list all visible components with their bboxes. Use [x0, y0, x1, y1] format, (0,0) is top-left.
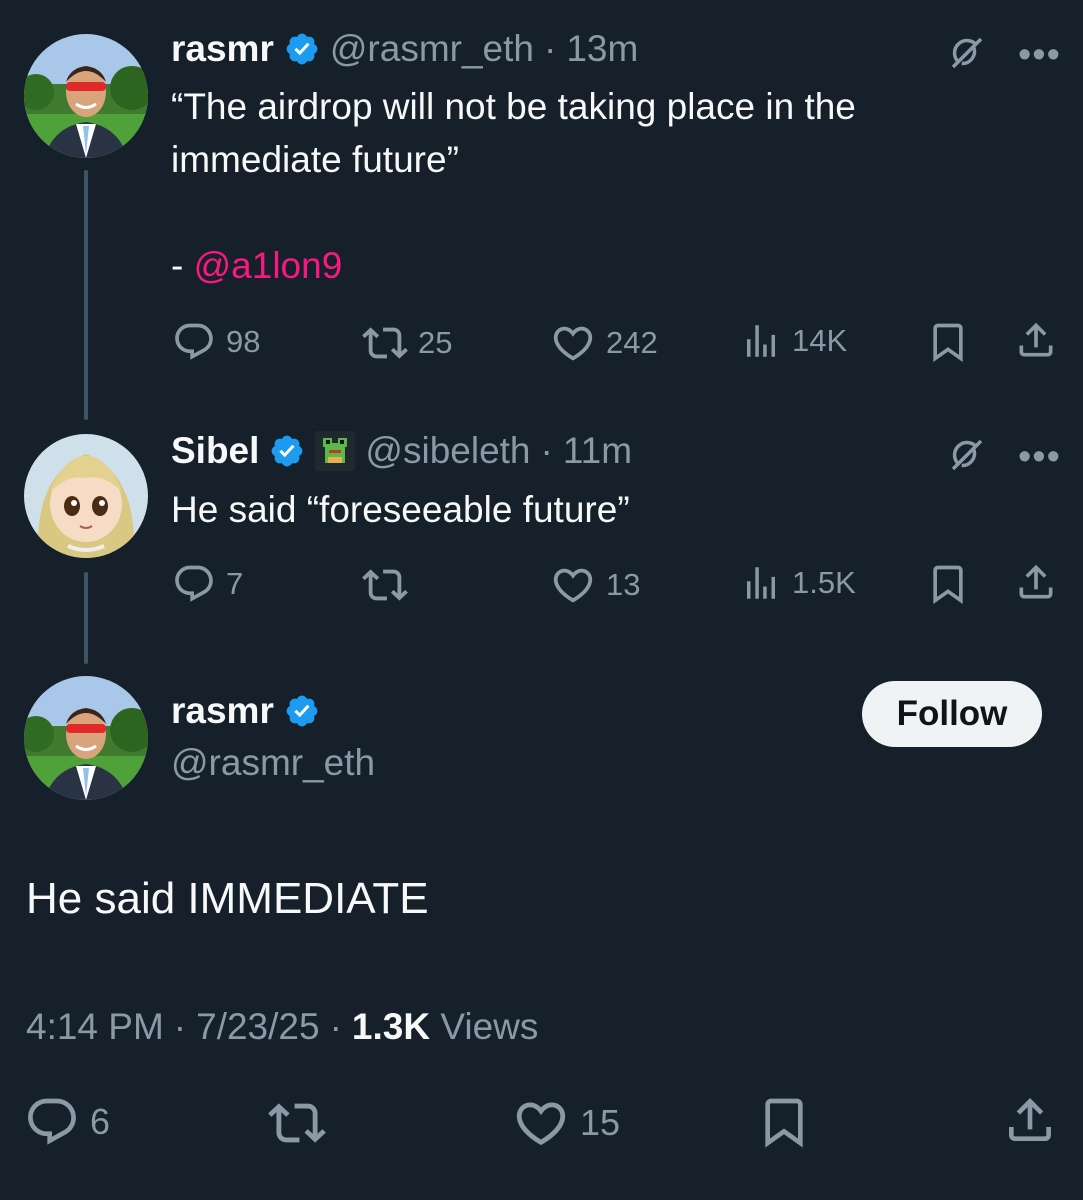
like-icon: [550, 562, 596, 608]
retweet-icon: [362, 320, 408, 366]
tweet-text: He said “foreseeable future”: [171, 489, 630, 530]
thread-connector: [84, 572, 88, 664]
separator: ·: [540, 430, 553, 471]
views-total: 1.3K: [351, 1006, 431, 1047]
handle[interactable]: @rasmr_eth: [171, 742, 375, 784]
avatar-image: [24, 434, 148, 558]
display-name[interactable]: rasmr: [171, 690, 274, 732]
share-icon: [1014, 560, 1058, 604]
like-button[interactable]: 15: [512, 1094, 620, 1152]
tweet-header: Sibel @sibeleth · 11m: [171, 430, 632, 472]
like-icon: [550, 320, 596, 366]
tweet-text: “The airdrop will not be taking place in…: [171, 86, 856, 286]
avatar-rasmr[interactable]: [24, 676, 148, 800]
retweet-icon: [362, 562, 408, 608]
bookmark-button[interactable]: [926, 320, 970, 364]
bookmark-icon: [926, 320, 970, 364]
like-count: 15: [580, 1102, 621, 1143]
timestamp[interactable]: 13m: [566, 28, 638, 70]
bookmark-icon: [926, 562, 970, 606]
retweet-count: 25: [418, 325, 453, 360]
more-icon[interactable]: •••: [1018, 436, 1061, 479]
views-button[interactable]: 1.5K: [740, 562, 856, 604]
reply-count: 98: [226, 324, 261, 359]
like-count: 13: [606, 567, 641, 602]
retweet-button[interactable]: [362, 562, 418, 608]
tweet-metadata: 4:14 PM · 7/23/25 · 1.3K Views: [26, 1006, 539, 1048]
bookmark-icon: [756, 1094, 812, 1150]
display-name[interactable]: Sibel: [171, 430, 259, 472]
avatar-rasmr[interactable]: [24, 34, 148, 158]
reply-button[interactable]: 7: [172, 562, 243, 606]
avatar-image: [24, 676, 148, 800]
separator: ·: [543, 28, 557, 69]
display-name[interactable]: rasmr: [171, 28, 274, 70]
more-icon[interactable]: •••: [1018, 34, 1061, 77]
thread-connector: [84, 170, 88, 420]
mention-link[interactable]: @a1lon9: [194, 245, 343, 286]
handle[interactable]: @sibeleth: [365, 430, 530, 472]
share-icon: [1014, 318, 1058, 362]
tweet-header: rasmr @rasmr_eth · 13m: [171, 28, 638, 70]
avatar-image: [24, 34, 148, 158]
bookmark-button[interactable]: [756, 1094, 812, 1150]
retweet-button[interactable]: 25: [362, 320, 452, 366]
reply-count: 7: [226, 566, 244, 601]
verified-badge-icon: [269, 433, 305, 469]
post-time[interactable]: 4:14 PM: [26, 1006, 164, 1048]
views-icon: [740, 320, 782, 362]
frog-emoji-icon: [315, 431, 356, 471]
reply-button[interactable]: 6: [24, 1094, 110, 1150]
bookmark-button[interactable]: [926, 562, 970, 606]
reply-icon: [24, 1094, 80, 1150]
main-tweet-header: rasmr: [171, 690, 320, 732]
avatar-sibel[interactable]: [24, 434, 148, 558]
like-button[interactable]: 242: [550, 320, 658, 366]
share-button[interactable]: [1014, 560, 1058, 604]
grok-icon[interactable]: [946, 32, 988, 74]
retweet-button[interactable]: [268, 1094, 326, 1152]
share-button[interactable]: [1014, 318, 1058, 362]
views-icon: [740, 562, 782, 604]
views-button[interactable]: 14K: [740, 320, 847, 362]
verified-badge-icon: [284, 31, 320, 67]
post-date[interactable]: 7/23/25: [196, 1006, 319, 1048]
like-count: 242: [606, 325, 658, 360]
timestamp[interactable]: 11m: [563, 430, 632, 472]
reply-count: 6: [90, 1101, 111, 1142]
main-tweet-text: He said IMMEDIATE: [26, 874, 429, 923]
follow-button[interactable]: Follow: [862, 681, 1042, 747]
reply-icon: [172, 320, 216, 364]
views-count: 14K: [792, 323, 848, 358]
grok-icon[interactable]: [946, 434, 988, 476]
reply-button[interactable]: 98: [172, 320, 260, 364]
reply-icon: [172, 562, 216, 606]
like-icon: [512, 1094, 570, 1152]
handle[interactable]: @rasmr_eth: [330, 28, 534, 70]
share-button[interactable]: [1002, 1092, 1058, 1148]
like-button[interactable]: 13: [550, 562, 640, 608]
share-icon: [1002, 1092, 1058, 1148]
verified-badge-icon: [284, 693, 320, 729]
views-count: 1.5K: [792, 565, 856, 600]
views-label: Views: [440, 1006, 539, 1047]
retweet-icon: [268, 1094, 326, 1152]
